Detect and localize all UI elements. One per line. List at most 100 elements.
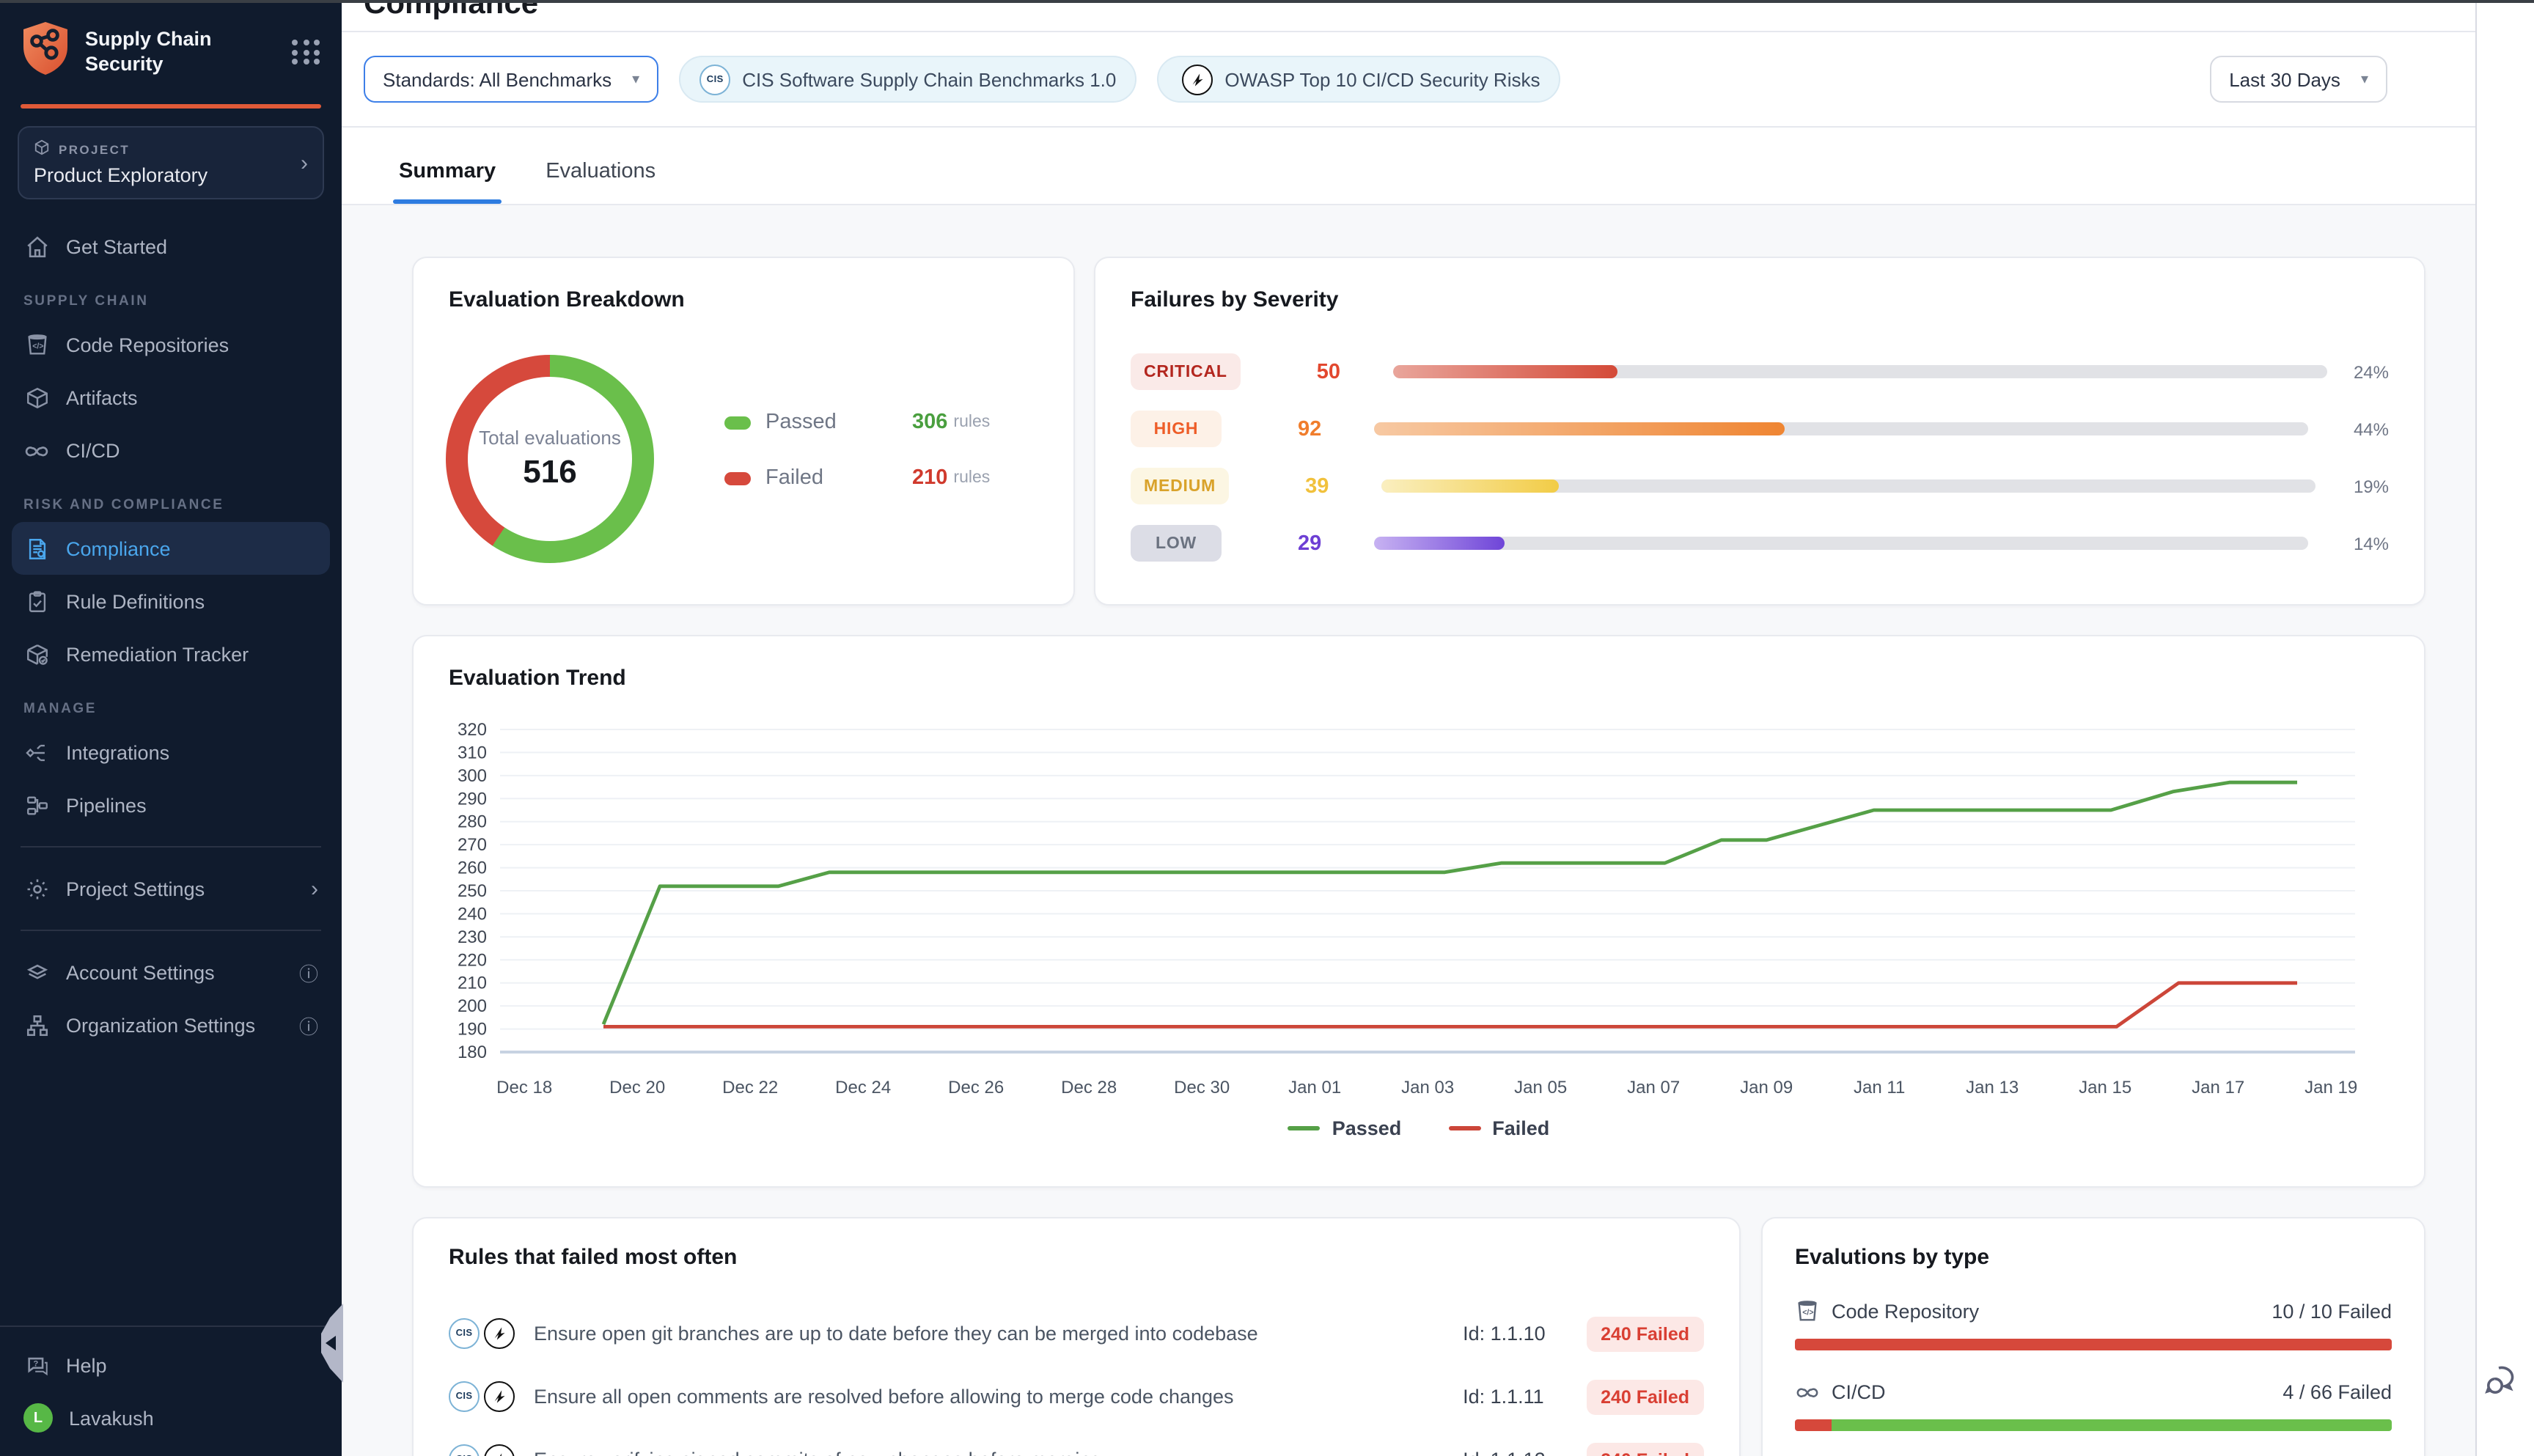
info-icon[interactable]: ⓘ: [299, 1011, 318, 1039]
severity-rows: CRITICAL5024%HIGH9244%MEDIUM3919%LOW2914…: [1131, 353, 2389, 562]
sidebar-item-compliance[interactable]: Compliance: [12, 522, 330, 575]
severity-badge: MEDIUM: [1131, 468, 1229, 504]
sidebar-item-label: Rule Definitions: [66, 590, 205, 612]
legend-unit: rules: [953, 469, 990, 487]
date-range-dropdown[interactable]: Last 30 Days ▾: [2210, 56, 2387, 103]
card-title: Rules that failed most often: [449, 1245, 1704, 1270]
project-name: Product Exploratory: [34, 164, 301, 186]
benchmark-chip-cis[interactable]: CIS CIS Software Supply Chain Benchmarks…: [679, 56, 1136, 103]
failed-rule-row[interactable]: CISEnsure open git branches are up to da…: [449, 1302, 1704, 1365]
filter-bar: Standards: All Benchmarks ▾ CIS CIS Soft…: [342, 32, 2475, 128]
sidebar-divider: [21, 930, 321, 931]
y-axis-tick-label: 280: [458, 812, 487, 832]
info-icon[interactable]: ⓘ: [299, 958, 318, 986]
sidebar-item-user[interactable]: L Lavakush: [0, 1391, 342, 1444]
bar-passed-segment: [1832, 1419, 2392, 1431]
chevron-right-icon: ›: [311, 878, 318, 900]
project-label: PROJECT: [59, 141, 130, 156]
legend-swatch: [724, 471, 751, 485]
gear-icon: [23, 875, 50, 902]
failed-count-badge: 240 Failed: [1586, 1442, 1704, 1456]
card-title: Evaluation Trend: [449, 666, 2389, 691]
app-switcher-icon[interactable]: [292, 40, 321, 65]
sidebar-item-organization-settings[interactable]: Organization Settings ⓘ: [0, 999, 342, 1051]
card-title: Evalutions by type: [1795, 1245, 2392, 1270]
sidebar-item-label: Integrations: [66, 741, 169, 763]
failed-count-badge: 240 Failed: [1586, 1316, 1704, 1351]
standards-filter-value: Standards: All Benchmarks: [383, 68, 612, 90]
severity-percent: 14%: [2354, 533, 2389, 554]
type-result-bar: [1795, 1419, 2392, 1431]
legend-swatch: [724, 416, 751, 429]
sidebar-item-label: CI/CD: [66, 439, 120, 461]
x-axis-tick-label: Jan 05: [1514, 1078, 1567, 1097]
cicd-icon: [23, 437, 50, 463]
sidebar-item-label: Organization Settings: [66, 1014, 255, 1036]
chat-support-icon[interactable]: [2484, 1361, 2522, 1406]
severity-percent: 24%: [2354, 361, 2389, 382]
failed-rule-row[interactable]: CISEnsure all open comments are resolved…: [449, 1365, 1704, 1428]
sidebar-nav: Get Started SUPPLY CHAIN</>Code Reposito…: [0, 220, 342, 1051]
sidebar-item-account-settings[interactable]: Account Settings ⓘ: [0, 946, 342, 999]
evaluations-by-type-card: Evalutions by type </>Code Repository10 …: [1761, 1217, 2425, 1456]
sidebar-item-help[interactable]: ? Help: [0, 1339, 342, 1391]
y-axis-tick-label: 270: [458, 835, 487, 855]
breakdown-legend: Passed306rulesFailed210rules: [724, 411, 990, 490]
sidebar-item-project-settings[interactable]: Project Settings ›: [0, 862, 342, 915]
sidebar-item-get-started[interactable]: Get Started: [0, 220, 342, 273]
failed-rule-row[interactable]: CISEnsure verifying signed commits of ne…: [449, 1428, 1704, 1456]
date-range-value: Last 30 Days: [2229, 68, 2340, 90]
sidebar-header: Supply Chain Security: [0, 0, 342, 98]
artifacts-icon: [23, 384, 50, 411]
sidebar-item-label: Remediation Tracker: [66, 643, 249, 665]
project-selector[interactable]: PROJECT Product Exploratory ›: [18, 126, 324, 199]
card-title: Evaluation Breakdown: [449, 287, 1038, 312]
severity-badge: CRITICAL: [1131, 353, 1241, 390]
severity-bar-track: [1374, 537, 2308, 550]
breakdown-legend-row: Passed306rules: [724, 411, 990, 434]
cis-icon: CIS: [449, 1381, 480, 1412]
severity-badge: HIGH: [1131, 411, 1222, 447]
benchmark-chip-owasp[interactable]: OWASP Top 10 CI/CD Security Risks: [1157, 56, 1560, 103]
tabs: Summary Evaluations: [342, 128, 2475, 205]
sidebar-item-ci-cd[interactable]: CI/CD: [0, 424, 342, 477]
sidebar-item-pipelines[interactable]: Pipelines: [0, 779, 342, 831]
sidebar-item-remediation-tracker[interactable]: Remediation Tracker: [0, 628, 342, 680]
severity-percent: 44%: [2354, 419, 2389, 439]
cicd-icon: [1795, 1380, 1820, 1405]
sidebar-item-code-repositories[interactable]: </>Code Repositories: [0, 318, 342, 371]
y-axis-tick-label: 240: [458, 904, 487, 924]
severity-bar-track: [1393, 365, 2327, 378]
tab-evaluations[interactable]: Evaluations: [546, 160, 655, 204]
legend-label: Passed: [765, 411, 859, 434]
chevron-down-icon: ▾: [2361, 71, 2368, 87]
evaluation-type-rows: </>Code Repository10 / 10 FailedCI/CD4 /…: [1795, 1299, 2392, 1431]
x-axis-tick-label: Jan 19: [2305, 1078, 2357, 1097]
repo-icon: </>: [23, 331, 50, 358]
tab-summary[interactable]: Summary: [399, 160, 496, 204]
sidebar-item-integrations[interactable]: Integrations: [0, 726, 342, 779]
standards-filter-dropdown[interactable]: Standards: All Benchmarks ▾: [364, 56, 658, 103]
svg-text:</>: </>: [32, 341, 43, 350]
sidebar-item-artifacts[interactable]: Artifacts: [0, 371, 342, 424]
trend-series-passed: [603, 782, 2297, 1024]
y-axis-tick-label: 190: [458, 1020, 487, 1040]
severity-bar-track: [1374, 422, 2308, 435]
sidebar-item-rule-definitions[interactable]: Rule Definitions: [0, 575, 342, 628]
failures-by-severity-card: Failures by Severity CRITICAL5024%HIGH92…: [1094, 257, 2425, 606]
repo-icon: </>: [1795, 1299, 1820, 1324]
sidebar-item-label: Compliance: [66, 537, 171, 559]
x-axis-tick-label: Jan 13: [1966, 1078, 2019, 1097]
remediation-icon: [23, 641, 50, 667]
severity-row: MEDIUM3919%: [1131, 468, 2389, 504]
x-axis-tick-label: Dec 30: [1174, 1078, 1230, 1097]
rule-id: Id: 1.1.12: [1463, 1449, 1565, 1456]
main-area: Compliance Standards: All Benchmarks ▾ C…: [342, 0, 2475, 1456]
page-title: Compliance: [364, 0, 538, 22]
window-top-edge: [0, 0, 2534, 3]
type-label: Code Repository: [1832, 1301, 1979, 1323]
rule-description: Ensure open git branches are up to date …: [534, 1323, 1258, 1345]
bar-failed-segment: [1795, 1339, 2392, 1350]
y-axis-tick-label: 310: [458, 743, 487, 762]
dashboard-content: Evaluation Breakdown Total evaluations 5…: [342, 205, 2475, 1456]
